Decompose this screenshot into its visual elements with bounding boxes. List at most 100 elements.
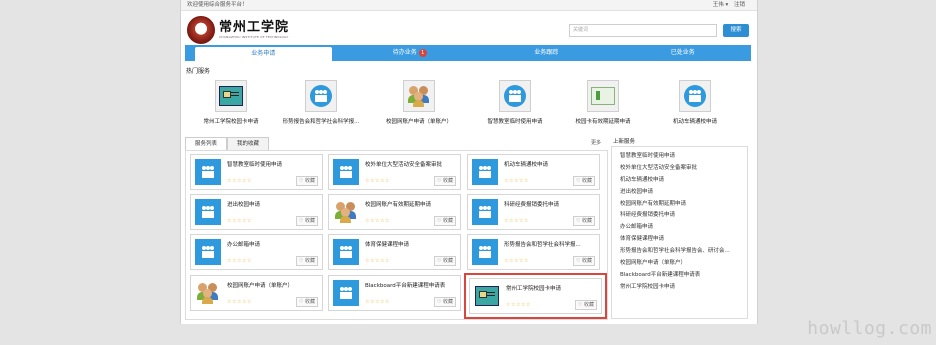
rating-stars: ☆☆☆☆☆ (365, 258, 390, 264)
logo-name-cn: 常州工学院 (219, 20, 290, 35)
favorite-button[interactable]: ♡ 收藏 (295, 216, 318, 226)
rating-stars: ☆☆☆☆☆ (227, 178, 252, 184)
service-card[interactable]: 办公邮箱申请 ☆☆☆☆☆ ♡ 收藏 (190, 234, 323, 270)
people-group-icon (195, 239, 221, 265)
logo[interactable]: 常州工学院 CHANGZHOU INSTITUTE OF TECHNOLOGY (187, 16, 289, 44)
rating-stars: ☆☆☆☆☆ (365, 178, 390, 184)
service-card[interactable]: 科研经费报销委托申请 ☆☆☆☆☆ ♡ 收藏 (467, 194, 600, 230)
latest-service-link[interactable]: 办公邮箱申请 (612, 222, 747, 234)
hot-services-title: 热门服务 (186, 68, 211, 75)
latest-services: 上新服务 智慧教室临时使用申请 校外单位大型活动安全备案审批 机动车辆通校申请 … (611, 137, 748, 319)
favorite-button[interactable]: ♡ 收藏 (433, 256, 456, 266)
service-card[interactable]: 形势报告会和哲学社会科学报... ☆☆☆☆☆ ♡ 收藏 (467, 234, 600, 270)
logout-link[interactable]: 注销 (734, 2, 745, 8)
top-bar: 欢迎使用综合服务平台！ 王伟 ▾ 注销 (181, 0, 757, 11)
service-name: 形势报告会和哲学社会科学报... (504, 242, 581, 248)
hot-service-item[interactable]: 校园卡有效期延期申请 (555, 80, 651, 125)
tab-my-favorites[interactable]: 我的收藏 (227, 137, 269, 150)
hot-service-label: 校园卡有效期延期申请 (575, 119, 631, 125)
campus-card-icon (474, 283, 500, 309)
favorite-button[interactable]: ♡ 收藏 (433, 216, 456, 226)
hot-service-item[interactable]: 智慧教室临时使用申请 (467, 80, 563, 125)
service-name: 校外单位大型活动安全备案审批 (365, 162, 443, 168)
rating-stars: ☆☆☆☆☆ (227, 299, 252, 305)
tab-apply[interactable]: 业务申请 (195, 47, 332, 61)
welcome-text: 欢迎使用综合服务平台！ (187, 2, 248, 8)
people-group-icon (333, 280, 359, 306)
favorite-button[interactable]: ♡ 收藏 (572, 176, 595, 186)
header: 常州工学院 CHANGZHOU INSTITUTE OF TECHNOLOGY … (181, 11, 757, 45)
campus-card-icon (219, 86, 243, 106)
favorite-button[interactable]: ♡ 收藏 (295, 297, 318, 307)
service-name: 智慧教室临时使用申请 (227, 162, 283, 168)
latest-service-link[interactable]: 科研经费报销委托申请 (612, 210, 747, 222)
favorite-button[interactable]: ♡ 收藏 (295, 256, 318, 266)
service-card-highlighted[interactable]: 常州工学院校园卡申请 ☆☆☆☆☆ ♡ 收藏 (464, 273, 607, 319)
school-emblem-icon (187, 16, 215, 44)
service-card[interactable]: 校园网账户申请（单账户） ☆☆☆☆☆ ♡ 收藏 (190, 275, 323, 311)
rating-stars: ☆☆☆☆☆ (227, 218, 252, 224)
rating-stars: ☆☆☆☆☆ (504, 258, 529, 264)
more-link[interactable]: 更多 (591, 139, 601, 146)
service-card[interactable]: 智慧教室临时使用申请 ☆☆☆☆☆ ♡ 收藏 (190, 154, 323, 190)
latest-service-link[interactable]: 校园网账户申请（单账户） (612, 258, 747, 270)
user-menu[interactable]: 王伟 ▾ (713, 2, 729, 8)
users-icon (333, 199, 359, 225)
favorite-button[interactable]: ♡ 收藏 (433, 297, 456, 307)
main-nav: 业务申请 待办业务 1 业务跟踪 已处业务 (185, 45, 751, 61)
service-name: 科研经费报销委托申请 (504, 202, 560, 208)
search-input[interactable]: 关键词 (569, 24, 717, 37)
people-group-icon (195, 159, 221, 185)
latest-service-link[interactable]: 进出校园申请 (612, 187, 747, 199)
people-group-icon (333, 159, 359, 185)
favorite-button[interactable]: ♡ 收藏 (295, 176, 318, 186)
watermark: howllog.com (807, 318, 932, 339)
service-name: 办公邮箱申请 (227, 242, 261, 248)
people-group-icon (472, 159, 498, 185)
latest-service-link[interactable]: 校外单位大型活动安全备案审批 (612, 163, 747, 175)
user-area: 王伟 ▾ 注销 (709, 0, 745, 10)
service-name: 进出校园申请 (227, 202, 261, 208)
service-card[interactable]: Blackboard平台新建课程申请表 ☆☆☆☆☆ ♡ 收藏 (328, 275, 461, 311)
people-group-icon (333, 239, 359, 265)
hot-service-label: 智慧教室临时使用申请 (487, 119, 543, 125)
hot-service-label: 机动车辆通校申请 (672, 119, 717, 125)
favorite-button[interactable]: ♡ 收藏 (572, 216, 595, 226)
hot-service-label: 校园网账户申请（单账户） (385, 119, 452, 125)
favorite-button[interactable]: ♡ 收藏 (433, 176, 456, 186)
people-group-icon (684, 85, 706, 107)
latest-service-link[interactable]: 校园网账户有效期延期申请 (612, 199, 747, 211)
tab-processed[interactable]: 已处业务 (615, 45, 752, 61)
latest-service-link[interactable]: 形势报告会和哲学社会科学报告会、研讨会... (612, 246, 747, 258)
favorite-button[interactable]: ♡ 收藏 (572, 256, 595, 266)
people-group-icon (504, 85, 526, 107)
latest-service-link[interactable]: 机动车辆通校申请 (612, 175, 747, 187)
service-card[interactable]: 机动车辆通校申请 ☆☆☆☆☆ ♡ 收藏 (467, 154, 600, 190)
pending-count-badge: 1 (418, 49, 427, 57)
hot-service-item[interactable]: 形势报告会和哲学社会科学报... (273, 80, 369, 125)
hot-service-item[interactable]: 机动车辆通校申请 (647, 80, 743, 125)
hot-service-label: 形势报告会和哲学社会科学报... (282, 119, 360, 125)
latest-service-link[interactable]: 智慧教室临时使用申请 (612, 151, 747, 163)
tab-pending[interactable]: 待办业务 1 (342, 45, 479, 61)
service-name: 机动车辆通校申请 (504, 162, 549, 168)
latest-service-link[interactable]: 常州工学院校园卡申请 (612, 282, 747, 294)
service-name: 校园网账户有效期延期申请 (365, 202, 432, 208)
hot-service-item[interactable]: 常州工学院校园卡申请 (183, 80, 279, 125)
rating-stars: ☆☆☆☆☆ (365, 299, 390, 305)
latest-service-link[interactable]: Blackboard平台新建课程申请表 (612, 270, 747, 282)
tab-tracking[interactable]: 业务跟踪 (478, 45, 615, 61)
search-button[interactable]: 搜索 (723, 24, 749, 37)
green-card-icon (591, 87, 615, 105)
favorite-button[interactable]: ♡ 收藏 (574, 300, 597, 310)
service-card[interactable]: 校园网账户有效期延期申请 ☆☆☆☆☆ ♡ 收藏 (328, 194, 461, 230)
service-card[interactable]: 进出校园申请 ☆☆☆☆☆ ♡ 收藏 (190, 194, 323, 230)
service-card[interactable]: 校外单位大型活动安全备案审批 ☆☆☆☆☆ ♡ 收藏 (328, 154, 461, 190)
service-card[interactable]: 体育保健课程申请 ☆☆☆☆☆ ♡ 收藏 (328, 234, 461, 270)
tab-service-list[interactable]: 服务列表 (185, 137, 227, 151)
service-name: Blackboard平台新建课程申请表 (365, 283, 446, 289)
hot-service-item[interactable]: 校园网账户申请（单账户） (371, 80, 467, 125)
users-icon (195, 280, 221, 306)
latest-services-title: 上新服务 (613, 139, 636, 145)
latest-service-link[interactable]: 体育保健课程申请 (612, 234, 747, 246)
